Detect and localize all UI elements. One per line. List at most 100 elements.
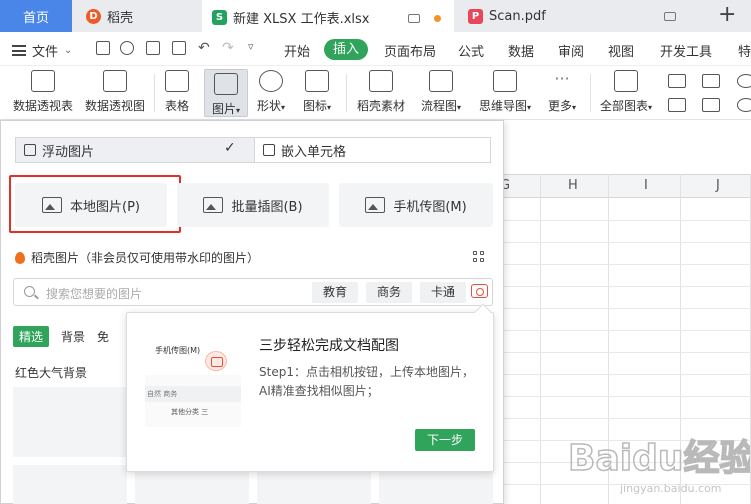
bar-chart-small-icon[interactable]: [702, 74, 720, 88]
daoke-icon: D: [86, 8, 101, 24]
all-charts-button[interactable]: 全部图表▾: [596, 70, 656, 114]
batch-image-icon: [203, 197, 224, 213]
image-thumbnail[interactable]: [13, 465, 127, 504]
flowchart-label: 流程图: [420, 99, 457, 113]
pivot-table-label: 数据透视表: [12, 99, 73, 113]
flowchart-button[interactable]: 流程图▾: [416, 70, 466, 114]
menu-special[interactable]: 特: [738, 41, 751, 60]
grid-line: [504, 418, 751, 419]
highlight-box: [9, 175, 181, 233]
embed-cell-label: 嵌入单元格: [281, 144, 347, 160]
icon-label: 图标: [302, 99, 327, 113]
more-button[interactable]: ··· 更多▾: [542, 70, 582, 114]
tag-cartoon[interactable]: 卡通: [420, 282, 466, 303]
shape-icon: [259, 70, 283, 92]
column-chart-icon[interactable]: [668, 74, 686, 88]
embed-cell-option[interactable]: 嵌入单元格: [254, 138, 490, 162]
guide-illustration: 手机传图(M) 自然 商务 其他分类 三: [145, 331, 241, 427]
chevron-down-icon: ▾: [648, 103, 653, 112]
chevron-down-icon: ▾: [236, 106, 241, 115]
menu-formulas[interactable]: 公式: [458, 41, 484, 60]
tab-pdf[interactable]: P Scan.pdf: [458, 0, 710, 32]
image-search-box[interactable]: 搜索您想要的图片 教育 商务 卡通: [13, 278, 493, 306]
category-featured[interactable]: 精选: [13, 326, 50, 347]
table-label: 表格: [164, 99, 189, 113]
grid-line: [504, 220, 751, 221]
stock-chart-icon[interactable]: [702, 98, 720, 112]
pie-chart-icon[interactable]: [737, 74, 751, 88]
tab-daoke[interactable]: D 稻壳: [74, 0, 200, 32]
preview-icon[interactable]: [172, 41, 186, 55]
divider: [346, 74, 347, 112]
mindmap-label: 思维导图: [478, 99, 527, 113]
category-free[interactable]: 免: [97, 328, 109, 345]
cloud-icon[interactable]: [120, 41, 134, 55]
menu-page-layout[interactable]: 页面布局: [384, 41, 436, 60]
column-header[interactable]: J: [716, 178, 720, 193]
image-thumbnail[interactable]: [13, 387, 127, 457]
material-icon: [369, 70, 393, 92]
mindmap-button[interactable]: 思维导图▾: [474, 70, 536, 114]
table-button[interactable]: 表格: [160, 70, 194, 114]
search-icon: [24, 286, 35, 297]
undo-icon[interactable]: ↶: [198, 40, 210, 56]
spreadsheet-icon: S: [212, 9, 227, 25]
tab-xlsx[interactable]: S 新建 XLSX 工作表.xlsx: [202, 0, 454, 32]
menu-view[interactable]: 视图: [608, 41, 634, 60]
embed-cell-icon: [263, 144, 275, 156]
pivot-table-icon: [31, 70, 55, 92]
menu-insert[interactable]: 插入: [324, 39, 368, 60]
menu-review[interactable]: 审阅: [558, 41, 584, 60]
menu-developer[interactable]: 开发工具: [660, 41, 712, 60]
print-icon[interactable]: [146, 41, 160, 55]
chevron-down-icon: ▾: [457, 103, 462, 112]
pivot-table-button[interactable]: 数据透视表: [10, 70, 76, 114]
menu-data[interactable]: 数据: [508, 41, 534, 60]
tag-education[interactable]: 教育: [312, 282, 358, 303]
float-image-option[interactable]: 浮动图片 ✓: [16, 138, 254, 162]
line-chart-icon[interactable]: [668, 98, 686, 112]
radar-chart-icon[interactable]: [737, 98, 751, 112]
window-icon[interactable]: [664, 12, 676, 21]
unsaved-dot-icon: [434, 15, 441, 22]
batch-insert-button[interactable]: 批量插图(B): [177, 183, 329, 227]
phone-image-button[interactable]: 手机传图(M): [339, 183, 493, 227]
file-menu-label: 文件: [32, 45, 59, 60]
grid-cell: [473, 251, 477, 255]
more-dropdown-icon[interactable]: ▿: [248, 40, 254, 53]
grid-view-icon[interactable]: [473, 251, 485, 263]
file-menu[interactable]: 文件 ⌄: [12, 41, 72, 60]
section-title: 红色大气背景: [15, 366, 88, 380]
shape-button[interactable]: 形状▾: [252, 70, 290, 114]
next-step-button[interactable]: 下一步: [415, 429, 475, 451]
daoke-material-button[interactable]: 稻壳素材: [352, 70, 410, 114]
icon-button[interactable]: 图标▾: [296, 70, 338, 114]
category-background[interactable]: 背景: [61, 328, 85, 345]
ribbon: 数据透视表 数据透视图 表格 图片▾ 形状▾ 图标▾ 稻壳素材 流程图▾ 思维导…: [0, 66, 751, 120]
illustration-row: 自然 商务: [145, 386, 241, 402]
save-icon[interactable]: [96, 41, 110, 55]
camera-icon[interactable]: [471, 284, 488, 298]
window-icon[interactable]: [408, 14, 420, 23]
search-placeholder[interactable]: 搜索您想要的图片: [46, 285, 142, 302]
redo-icon[interactable]: ↷: [222, 40, 234, 56]
grid-cell: [480, 258, 484, 262]
icons-icon: [305, 70, 329, 92]
all-charts-label: 全部图表: [599, 99, 648, 113]
tab-home[interactable]: 首页: [0, 0, 72, 32]
watermark-text: Baidu经验: [568, 438, 750, 479]
pivot-chart-button[interactable]: 数据透视图: [82, 70, 148, 114]
daoke-images-header: 稻壳图片（非会员仅可使用带水印的图片）: [15, 249, 259, 266]
new-tab-button[interactable]: +: [718, 4, 736, 26]
column-header[interactable]: H: [568, 178, 578, 193]
daoke-material-label: 稻壳素材: [356, 99, 405, 113]
illustration-row: 其他分类 三: [171, 408, 209, 416]
picture-button[interactable]: 图片▾: [204, 69, 248, 117]
tag-business[interactable]: 商务: [366, 282, 412, 303]
camera-icon: [205, 351, 227, 371]
float-image-icon: [24, 144, 36, 156]
chevron-down-icon: ▾: [527, 103, 532, 112]
grid-line: [504, 396, 751, 397]
menu-start[interactable]: 开始: [284, 41, 310, 60]
column-header[interactable]: I: [644, 178, 648, 193]
